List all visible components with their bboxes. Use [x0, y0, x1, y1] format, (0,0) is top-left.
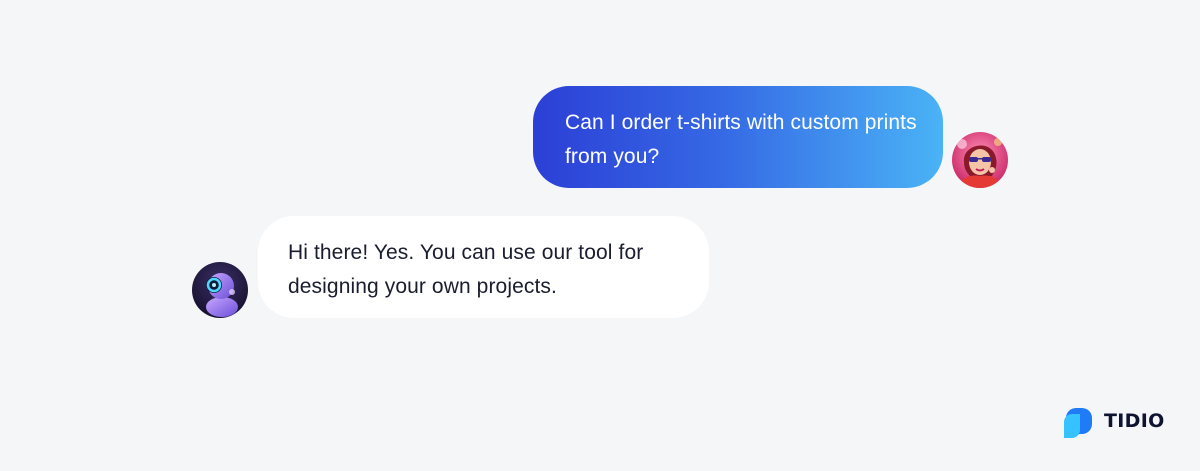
tidio-logo-icon	[1064, 408, 1092, 438]
tidio-brand: TIDIO	[1062, 404, 1165, 438]
bot-message-text: Hi there! Yes. You can use our tool for …	[288, 241, 644, 298]
customer-message-text: Can I order t-shirts with custom prints …	[565, 111, 917, 168]
customer-message-bubble: Can I order t-shirts with custom prints …	[533, 86, 943, 188]
brand-name: TIDIO	[1104, 410, 1165, 432]
customer-avatar-icon	[952, 132, 1008, 188]
robot-avatar-icon	[192, 262, 248, 318]
bot-message-bubble: Hi there! Yes. You can use our tool for …	[258, 216, 709, 318]
